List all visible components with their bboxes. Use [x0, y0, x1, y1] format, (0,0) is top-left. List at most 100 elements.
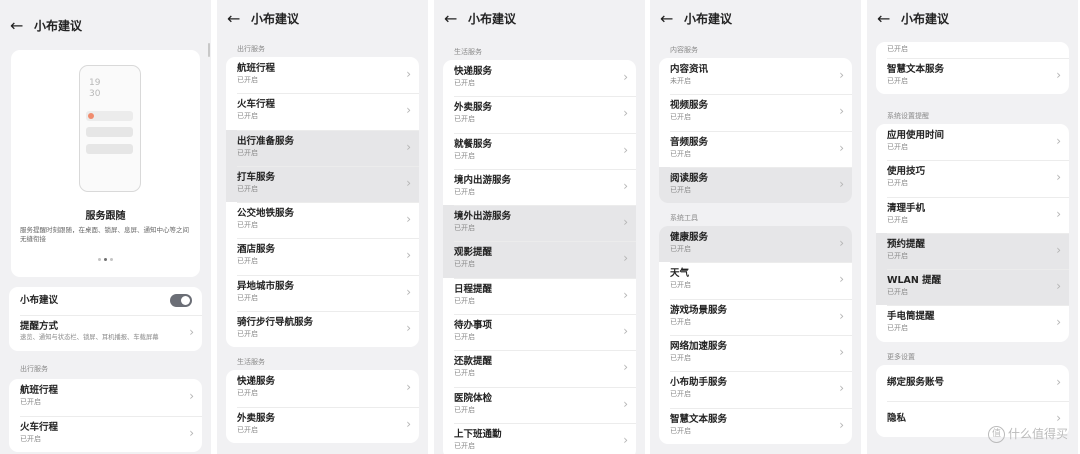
- row-status: 已开启: [670, 426, 691, 435]
- suggestion-toggle[interactable]: [170, 294, 192, 307]
- list-item[interactable]: 待办事项 已开启 ›: [443, 314, 636, 350]
- list-item[interactable]: 内容资讯 未开启 ›: [659, 58, 852, 94]
- partial-list-item[interactable]: 已开启: [876, 42, 1069, 58]
- settings-card: 航班行程 已开启 › 火车行程 已开启 › 出行准备服务 已开启 › 打车服务 已开启 › 公交地铁服务…: [226, 57, 419, 348]
- list-item[interactable]: 预约提醒 已开启 ›: [876, 232, 1069, 270]
- row-title: 预约提醒: [887, 238, 926, 250]
- row-title: 公交地铁服务: [237, 208, 295, 220]
- carousel-pager[interactable]: [11, 258, 200, 261]
- settings-list: 系统设置提醒 应用使用时间 已开启 › 使用技巧 已开启 › 清理手机 已开启 › 预约提醒 已开启 ›…: [867, 110, 1078, 438]
- pager-dot[interactable]: [98, 258, 101, 261]
- list-item[interactable]: 异地城市服务 已开启 ›: [226, 274, 419, 311]
- list-item[interactable]: 网络加速服务 已开启 ›: [659, 335, 852, 371]
- notification-dot-icon: [88, 113, 94, 119]
- chevron-right-icon: ›: [839, 104, 844, 119]
- chevron-right-icon: ›: [406, 380, 411, 395]
- watermark-logo: 值: [987, 426, 1005, 443]
- chevron-right-icon: ›: [623, 106, 628, 121]
- list-item[interactable]: 快递服务 已开启 ›: [443, 60, 636, 96]
- row-status: 已开启: [454, 187, 475, 196]
- back-arrow-icon[interactable]: ←: [660, 9, 678, 28]
- chevron-right-icon: ›: [189, 389, 194, 404]
- list-item[interactable]: 视频服务 已开启 ›: [659, 94, 852, 130]
- list-item[interactable]: 打车服务 已开启 ›: [226, 165, 419, 203]
- page-title: 小布建议: [34, 18, 83, 33]
- chevron-right-icon: ›: [623, 432, 628, 447]
- list-item[interactable]: 日程提醒 已开启 ›: [443, 277, 636, 314]
- back-arrow-icon[interactable]: ←: [10, 16, 28, 35]
- row-title: 快递服务: [237, 376, 276, 388]
- back-arrow-icon[interactable]: ←: [227, 9, 245, 28]
- list-item[interactable]: 航班行程 已开启 ›: [9, 379, 202, 415]
- chevron-right-icon: ›: [189, 425, 194, 440]
- row-title: 境内出游服务: [454, 174, 512, 186]
- row-status: 已开启: [670, 390, 691, 399]
- list-item[interactable]: 境内出游服务 已开启 ›: [443, 168, 636, 205]
- pager-dot-active[interactable]: [104, 258, 107, 261]
- list-item[interactable]: 阅读服务 已开启 ›: [659, 166, 852, 204]
- list-item[interactable]: 外卖服务 已开启 ›: [443, 96, 636, 132]
- row-title: 观影提醒: [454, 247, 493, 259]
- back-arrow-icon[interactable]: ←: [444, 9, 462, 28]
- list-item[interactable]: 公交地铁服务 已开启 ›: [226, 202, 419, 238]
- section-header: 出行服务: [237, 45, 265, 53]
- pager-dot[interactable]: [110, 258, 113, 261]
- row-status: 已开启: [237, 184, 258, 193]
- list-item[interactable]: 智慧文本服务 已开启 ›: [876, 58, 1069, 94]
- list-item[interactable]: 火车行程 已开启 ›: [226, 93, 419, 129]
- list-item[interactable]: 清理手机 已开启 ›: [876, 196, 1069, 233]
- list-item[interactable]: 出行准备服务 已开启 ›: [226, 129, 419, 166]
- chevron-right-icon: ›: [839, 381, 844, 396]
- list-item[interactable]: 使用技巧 已开启 ›: [876, 160, 1069, 196]
- list-item[interactable]: 应用使用时间 已开启 ›: [876, 124, 1069, 160]
- list-item[interactable]: 游戏场景服务 已开启 ›: [659, 298, 852, 335]
- row-title: 应用使用时间: [887, 130, 945, 141]
- illustration-bar: [86, 144, 133, 154]
- list-item[interactable]: 外卖服务 已开启 ›: [226, 406, 419, 443]
- list-item[interactable]: WLAN 提醒 已开启 ›: [876, 269, 1069, 306]
- row-status: 已开启: [237, 148, 258, 157]
- chevron-right-icon: ›: [406, 284, 411, 299]
- suggestion-toggle-row[interactable]: 小布建议: [9, 287, 202, 315]
- row-title: 网络加速服务: [670, 341, 728, 353]
- list-item[interactable]: 就餐服务 已开启 ›: [443, 132, 636, 169]
- row-title: 内容资讯: [670, 64, 709, 75]
- chevron-right-icon: ›: [623, 178, 628, 193]
- list-item[interactable]: 小布助手服务 已开启 ›: [659, 371, 852, 407]
- chevron-right-icon: ›: [1056, 411, 1061, 426]
- row-status: 已开启: [454, 369, 475, 378]
- row-status: 已开启: [670, 245, 691, 254]
- list-item[interactable]: 观影提醒 已开启 ›: [443, 241, 636, 278]
- row-status: 已开启: [887, 215, 908, 224]
- list-item[interactable]: 骑行步行导航服务 已开启 ›: [226, 311, 419, 347]
- list-item[interactable]: 医院体检 已开启 ›: [443, 386, 636, 423]
- back-arrow-icon[interactable]: ←: [877, 9, 895, 28]
- reminder-method-row[interactable]: 提醒方式 速览、通知与状态栏、锁屏、耳机播报、车载屏幕 ›: [9, 315, 202, 351]
- scrollbar[interactable]: [208, 43, 210, 57]
- list-item[interactable]: 智慧文本服务 已开启 ›: [659, 407, 852, 444]
- row-status: 已开启: [670, 185, 691, 194]
- row-title: 快递服务: [454, 66, 493, 77]
- row-title: 阅读服务: [670, 172, 709, 184]
- list-item[interactable]: 健康服务 已开启 ›: [659, 226, 852, 263]
- list-item[interactable]: 天气 已开启 ›: [659, 262, 852, 298]
- chevron-right-icon: ›: [406, 212, 411, 227]
- feature-carousel[interactable]: 19 30 服务跟随 服务提醒时刻跟随，在桌面、锁屏、息屏、通知中心等之间无缝衔…: [11, 50, 200, 277]
- chevron-right-icon: ›: [406, 416, 411, 431]
- list-item[interactable]: 手电筒提醒 已开启 ›: [876, 305, 1069, 341]
- list-item[interactable]: 火车行程 已开启 ›: [9, 415, 202, 452]
- list-item[interactable]: 上下班通勤 已开启 ›: [443, 422, 636, 454]
- chevron-right-icon: ›: [623, 142, 628, 157]
- row-status: 已开启: [237, 112, 258, 121]
- list-item[interactable]: 绑定服务账号 ›: [876, 365, 1069, 401]
- phone-screen-4: ← 小布建议 内容服务 内容资讯 未开启 › 视频服务 已开启 › 音频服务 已开启 › 阅读服务已…: [650, 0, 861, 454]
- list-item[interactable]: 酒店服务 已开启 ›: [226, 238, 419, 274]
- settings-list: 生活服务 快递服务 已开启 › 外卖服务 已开启 › 就餐服务 已开启 › 境内出游服务 已开启 › 境外…: [434, 46, 645, 454]
- settings-card: 快递服务 已开启 › 外卖服务 已开启 › 就餐服务 已开启 › 境内出游服务 已开启 › 境外出游服务…: [443, 60, 636, 454]
- list-item[interactable]: 快递服务 已开启 ›: [226, 370, 419, 406]
- list-item[interactable]: 音频服务 已开启 ›: [659, 130, 852, 167]
- list-item[interactable]: 航班行程 已开启 ›: [226, 57, 419, 93]
- list-item[interactable]: 还款提醒 已开启 ›: [443, 350, 636, 386]
- list-item[interactable]: 境外出游服务 已开启 ›: [443, 205, 636, 242]
- row-title: 异地城市服务: [237, 280, 295, 292]
